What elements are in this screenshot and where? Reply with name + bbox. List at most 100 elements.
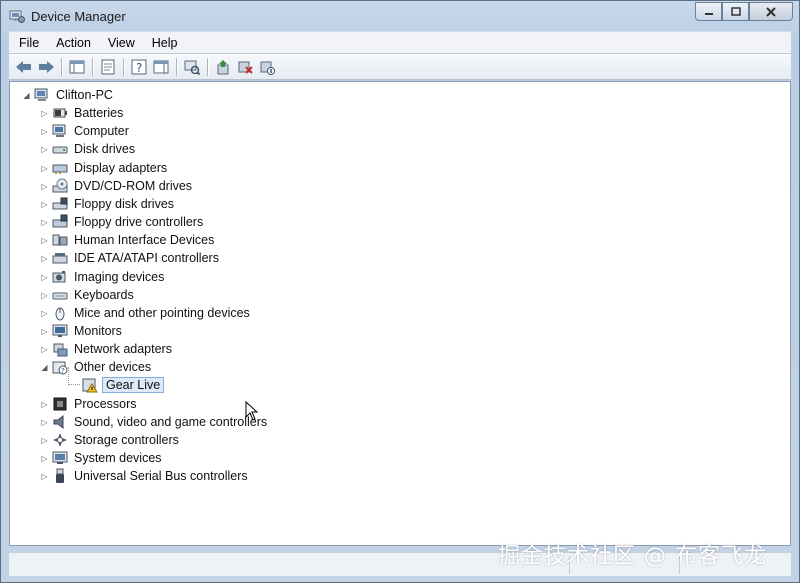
category-label: Floppy drive controllers	[74, 215, 204, 229]
tree-category-item[interactable]: ▷ Floppy drive controllers	[40, 213, 205, 231]
category-label: Batteries	[74, 106, 124, 120]
uninstall-button[interactable]	[234, 56, 256, 78]
device-manager-window: Device Manager File Action View Help ? ◢…	[0, 0, 800, 583]
storage-controller-icon	[53, 433, 67, 447]
battery-icon	[53, 108, 67, 118]
close-button[interactable]	[749, 2, 793, 21]
title-bar[interactable]: Device Manager	[1, 1, 799, 31]
system-device-icon	[52, 451, 68, 464]
back-button[interactable]	[13, 56, 35, 78]
device-tree-pane[interactable]: ◢ Clifton-PC ▷ Batteries ▷ Computer ▷ Disk dr…	[9, 81, 791, 546]
ide-controller-icon	[52, 253, 68, 264]
tree-category-item[interactable]: ▷ Imaging devices	[40, 268, 166, 286]
expand-arrow-icon[interactable]: ▷	[40, 254, 49, 263]
tree-category-item[interactable]: ▷ System devices	[40, 449, 164, 467]
category-label: Disk drives	[74, 142, 136, 156]
forward-icon	[39, 60, 54, 73]
expand-arrow-icon[interactable]: ▷	[40, 309, 49, 318]
category-label: Mice and other pointing devices	[74, 306, 250, 320]
update-driver-button[interactable]	[212, 56, 234, 78]
svg-text:?: ?	[136, 61, 142, 75]
menu-help[interactable]: Help	[142, 36, 185, 50]
device-label: Gear Live	[102, 377, 165, 393]
tree-category-item[interactable]: ▷ Disk drives	[40, 140, 137, 158]
tree-category-item[interactable]: ▷ Sound, video and game controllers	[40, 413, 269, 431]
tree-root[interactable]: ◢ Clifton-PC	[22, 86, 115, 104]
expand-arrow-icon[interactable]: ▷	[40, 345, 49, 354]
update-driver-icon	[217, 59, 229, 74]
expand-arrow-icon[interactable]: ▷	[40, 418, 49, 427]
tree-category-item[interactable]: ▷ Network adapters	[40, 340, 174, 358]
tree-category-item[interactable]: ▷ Computer	[40, 122, 131, 140]
expand-arrow-icon[interactable]: ▷	[40, 236, 49, 245]
watermark: 掘金技术社区 @ 布客飞龙	[498, 544, 767, 569]
tree-category-item[interactable]: ▷ DVD/CD-ROM drives	[40, 177, 194, 195]
window-title: Device Manager	[31, 8, 126, 24]
expand-arrow-icon[interactable]: ▷	[40, 164, 49, 173]
tree-category-item[interactable]: ▷ Human Interface Devices	[40, 231, 216, 249]
expand-arrow-icon[interactable]: ▷	[40, 182, 49, 191]
unknown-device-icon: ?	[52, 361, 68, 375]
tree-device-item[interactable]: Gear Live	[68, 367, 165, 394]
category-label: Monitors	[74, 324, 122, 338]
expand-arrow-icon[interactable]: ▷	[40, 436, 49, 445]
forward-button[interactable]	[35, 56, 57, 78]
expand-arrow-icon[interactable]: ▷	[40, 273, 49, 282]
properties-button[interactable]	[97, 56, 119, 78]
properties-icon	[101, 59, 115, 74]
tree-category-item[interactable]: ▷ Universal Serial Bus controllers	[40, 467, 250, 485]
minimize-button[interactable]	[695, 2, 722, 21]
tree-category-item[interactable]: ▷ Display adapters	[40, 159, 169, 177]
menu-action[interactable]: Action	[46, 36, 98, 50]
disable-icon	[260, 61, 275, 75]
category-label: Network adapters	[74, 342, 172, 356]
category-label: Universal Serial Bus controllers	[74, 469, 248, 483]
toolbar-separator	[123, 57, 124, 76]
menu-file[interactable]: File	[9, 36, 46, 50]
computer-root-icon	[34, 88, 48, 101]
expand-arrow-icon[interactable]: ▷	[40, 109, 49, 118]
tree-category-item[interactable]: ▷ Monitors	[40, 322, 124, 340]
tree-category-item[interactable]: ▷ Storage controllers	[40, 431, 181, 449]
expand-arrow-icon[interactable]: ▷	[40, 145, 49, 154]
monitor-icon	[52, 324, 68, 337]
root-label: Clifton-PC	[56, 88, 113, 102]
dvd-drive-icon	[52, 178, 68, 193]
tree-category-item[interactable]: ▷ Keyboards	[40, 286, 136, 304]
action-pane-button[interactable]	[150, 56, 172, 78]
maximize-button[interactable]	[722, 2, 749, 21]
floppy-controller-icon	[52, 214, 68, 228]
tree-category-item[interactable]: ▷ Floppy disk drives	[40, 195, 176, 213]
collapse-arrow-icon[interactable]: ◢	[22, 91, 31, 100]
tree-category-item[interactable]: ▷ Mice and other pointing devices	[40, 304, 252, 322]
disable-button[interactable]	[256, 56, 278, 78]
disk-drive-icon	[52, 146, 68, 154]
console-tree-button[interactable]	[66, 56, 88, 78]
expand-arrow-icon[interactable]: ▷	[40, 218, 49, 227]
tree-category-item[interactable]: ▷ IDE ATA/ATAPI controllers	[40, 249, 221, 267]
toolbar-separator	[207, 57, 208, 76]
expand-arrow-icon[interactable]: ▷	[40, 127, 49, 136]
category-label: System devices	[74, 451, 162, 465]
category-label: Storage controllers	[74, 433, 179, 447]
expand-arrow-icon[interactable]: ▷	[40, 400, 49, 409]
network-adapter-icon	[53, 343, 68, 357]
expand-arrow-icon[interactable]: ▷	[40, 291, 49, 300]
tree-category-item[interactable]: ▷ Batteries	[40, 104, 125, 122]
expand-arrow-icon[interactable]: ▷	[40, 472, 49, 481]
show-hide-console-tree-icon	[69, 60, 85, 73]
window-controls	[695, 2, 793, 21]
processor-icon	[53, 397, 67, 411]
tree-category-item[interactable]: ◢? Other devices	[40, 358, 153, 376]
display-adapter-icon	[52, 164, 68, 174]
scan-hardware-button[interactable]	[181, 56, 203, 78]
expand-arrow-icon[interactable]: ▷	[40, 327, 49, 336]
floppy-drive-icon	[52, 197, 68, 210]
collapse-arrow-icon[interactable]: ◢	[40, 363, 49, 372]
help-button[interactable]: ?	[128, 56, 150, 78]
expand-arrow-icon[interactable]: ▷	[40, 454, 49, 463]
menu-view[interactable]: View	[98, 36, 142, 50]
expand-arrow-icon[interactable]: ▷	[40, 200, 49, 209]
tree-category-item[interactable]: ▷ Processors	[40, 395, 139, 413]
help-icon: ?	[131, 59, 147, 75]
